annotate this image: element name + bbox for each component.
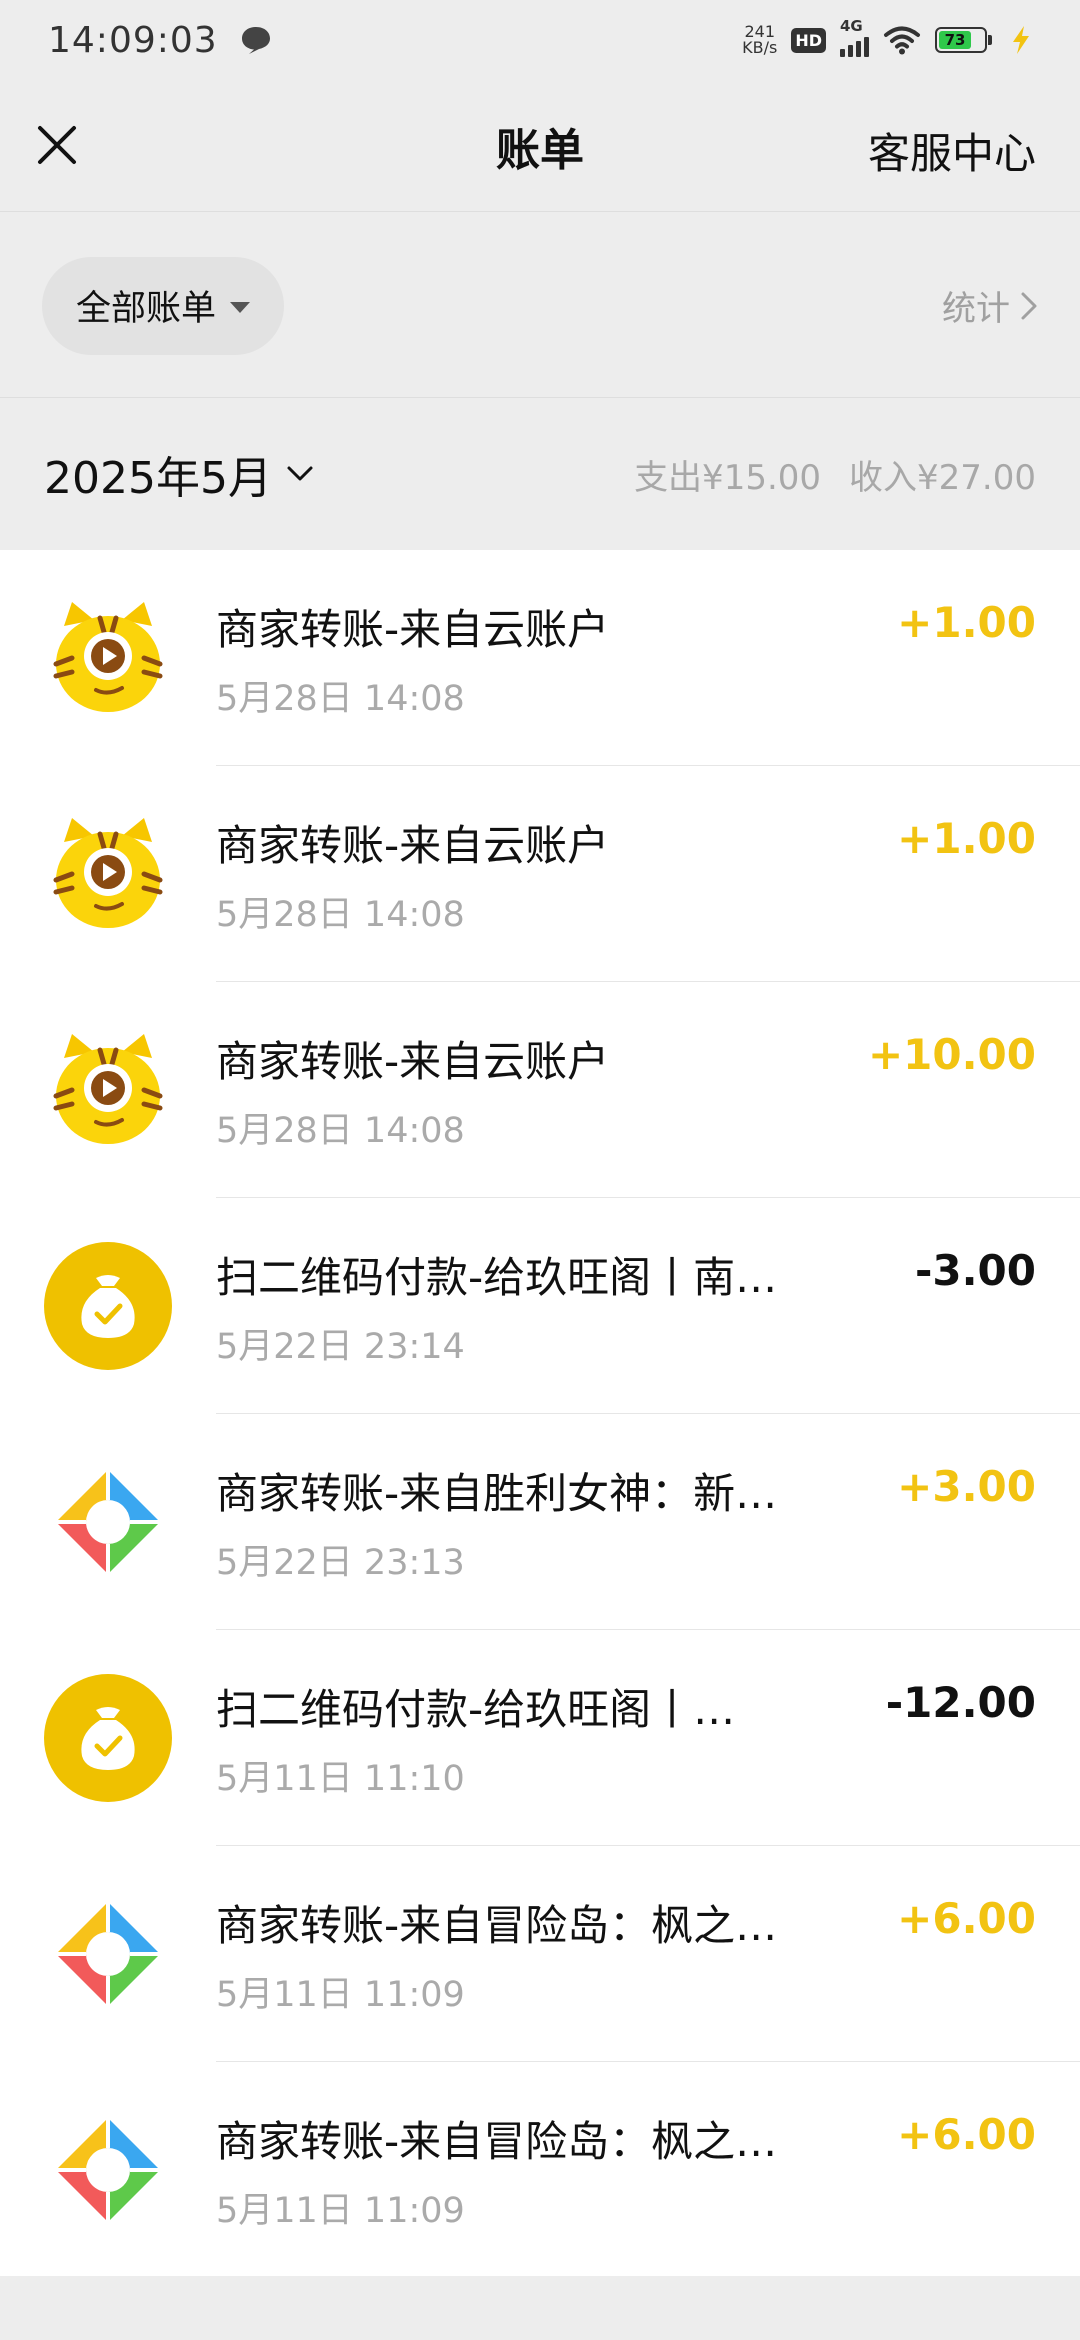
transaction-title: 商家转账-来自云账户 (216, 605, 610, 654)
transaction-row[interactable]: 商家转账-来自云账户 5月28日 14:08 +10.00 (0, 982, 1080, 1198)
chevron-down-icon (287, 466, 313, 481)
net-speed-unit: KB/s (742, 38, 778, 57)
transaction-amount: +3.00 (897, 1462, 1036, 1511)
transaction-amount: +6.00 (897, 2110, 1036, 2159)
transaction-title: 商家转账-来自冒险岛：枫之… (216, 1901, 778, 1950)
month-summary: 支出¥15.00 收入¥27.00 (634, 450, 1036, 499)
tiger-mascot-icon (42, 592, 174, 724)
transaction-amount: -12.00 (885, 1678, 1036, 1727)
transaction-title: 商家转账-来自冒险岛：枫之… (216, 2117, 778, 2166)
income-summary: 收入¥27.00 (849, 457, 1036, 498)
wifi-icon (883, 25, 921, 55)
transaction-row[interactable]: 商家转账-来自冒险岛：枫之… 5月11日 11:09 +6.00 (0, 2062, 1080, 2278)
money-bag-icon (42, 1672, 174, 1804)
transaction-amount: +6.00 (897, 1894, 1036, 1943)
transaction-time: 5月11日 11:10 (216, 1759, 465, 1799)
chat-bubble-icon (240, 25, 272, 55)
filter-row: 全部账单 统计 (0, 214, 1080, 398)
transaction-list: 商家转账-来自云账户 5月28日 14:08 +1.00 商家转账-来自云账户 … (0, 550, 1080, 2276)
month-header: 2025年5月 支出¥15.00 收入¥27.00 (0, 399, 1080, 549)
page-title: 账单 (496, 124, 584, 176)
chevron-right-icon (1021, 292, 1037, 319)
transaction-title: 商家转账-来自云账户 (216, 1037, 610, 1086)
hd-badge: HD (791, 27, 826, 53)
transaction-title: 扫二维码付款-给玖旺阁丨南… (216, 1253, 778, 1302)
money-bag-icon (42, 1240, 174, 1372)
battery-icon: 73 (935, 27, 992, 53)
month-selector[interactable]: 2025年5月 (44, 442, 314, 506)
transaction-time: 5月11日 11:09 (216, 2191, 465, 2231)
signal-bar (848, 45, 853, 57)
customer-service-link[interactable]: 客服中心 (868, 120, 1036, 181)
transaction-amount: +1.00 (897, 814, 1036, 863)
bolt-icon (1010, 25, 1032, 55)
close-icon[interactable] (32, 120, 82, 170)
nav-bar: 账单 客服中心 (0, 80, 1080, 212)
transaction-time: 5月28日 14:08 (216, 1111, 465, 1151)
game-platform-icon (42, 1888, 174, 2020)
transaction-row[interactable]: 商家转账-来自胜利女神：新… 5月22日 23:13 +3.00 (0, 1414, 1080, 1630)
tiger-mascot-icon (42, 808, 174, 940)
caret-down-icon (230, 301, 251, 313)
expense-summary: 支出¥15.00 (634, 457, 822, 498)
month-label: 2025年5月 (44, 453, 272, 504)
net-speed: 241 KB/s (742, 24, 777, 56)
signal-type-label: 4G (840, 17, 863, 35)
transaction-amount: +1.00 (897, 598, 1036, 647)
battery-level: 73 (939, 31, 972, 49)
transaction-title: 商家转账-来自胜利女神：新… (216, 1469, 778, 1518)
bill-filter-dropdown[interactable]: 全部账单 (42, 256, 285, 355)
game-platform-icon (42, 2104, 174, 2236)
transaction-row[interactable]: 商家转账-来自云账户 5月28日 14:08 +1.00 (0, 766, 1080, 982)
transaction-amount: -3.00 (914, 1246, 1036, 1295)
transaction-time: 5月28日 14:08 (216, 895, 465, 935)
transaction-amount: +10.00 (867, 1030, 1036, 1079)
transaction-title: 商家转账-来自云账户 (216, 821, 610, 870)
status-time: 14:09:03 (48, 19, 218, 61)
transaction-time: 5月11日 11:09 (216, 1975, 465, 2015)
filter-selected-label: 全部账单 (76, 289, 217, 329)
transaction-row[interactable]: 扫二维码付款-给玖旺阁丨南… 5月22日 23:14 -3.00 (0, 1198, 1080, 1414)
transaction-row[interactable]: 商家转账-来自冒险岛：枫之… 5月11日 11:09 +6.00 (0, 1846, 1080, 2062)
signal-bar (856, 41, 861, 57)
cell-signal-icon: 4G (840, 17, 869, 57)
transaction-row[interactable]: 扫二维码付款-给玖旺阁丨… 5月11日 11:10 -12.00 (0, 1630, 1080, 1846)
status-indicators: 241 KB/s HD 4G 73 (742, 17, 1032, 57)
transaction-row[interactable]: 商家转账-来自云账户 5月28日 14:08 +1.00 (0, 550, 1080, 766)
signal-bar (840, 49, 845, 57)
stats-link[interactable]: 统计 (942, 281, 1038, 330)
transaction-time: 5月28日 14:08 (216, 679, 465, 719)
game-platform-icon (42, 1456, 174, 1588)
transaction-title: 扫二维码付款-给玖旺阁丨… (216, 1685, 736, 1734)
status-bar: 14:09:03 241 KB/s HD 4G 73 (0, 0, 1080, 80)
signal-bar (864, 37, 869, 57)
transaction-time: 5月22日 23:14 (216, 1327, 465, 1367)
tiger-mascot-icon (42, 1024, 174, 1156)
transaction-time: 5月22日 23:13 (216, 1543, 465, 1583)
stats-label: 统计 (942, 289, 1010, 329)
